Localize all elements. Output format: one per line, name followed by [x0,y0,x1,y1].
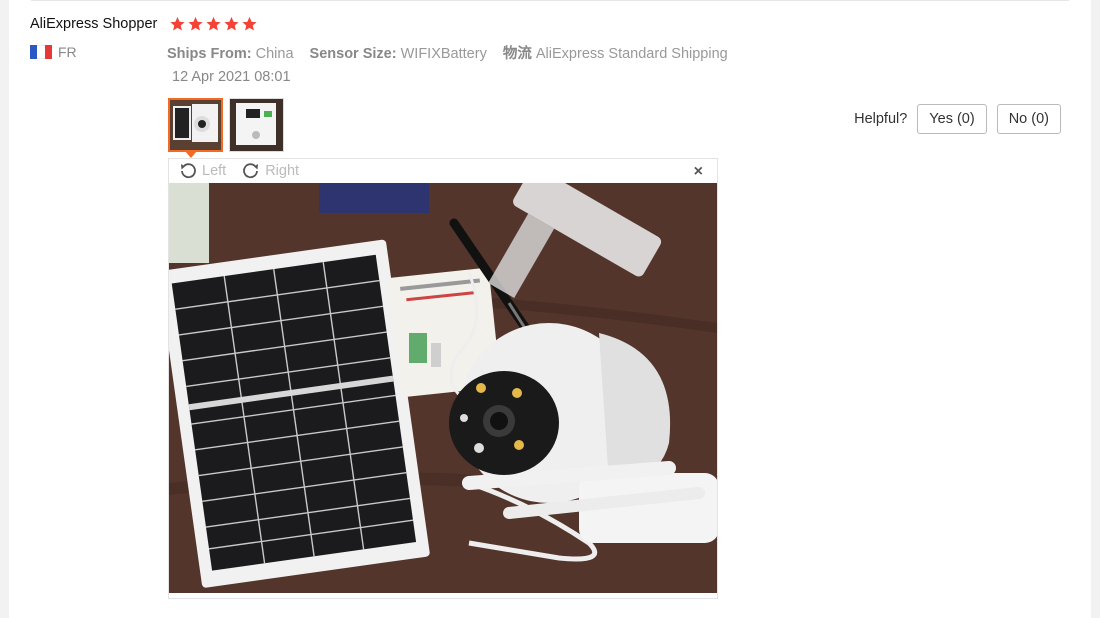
star-icon [170,16,185,31]
reviewer-name: AliExpress Shopper [30,16,158,32]
logistics-label: 物流 [502,46,532,62]
star-icon [224,16,239,31]
review-attributes: Ships From: China Sensor Size: WIFIXBatt… [167,42,740,63]
rotate-left-label: Left [202,163,227,179]
helpful-no-button[interactable]: No (0) [996,104,1061,134]
helpful-vote: Helpful? Yes (0) No (0) [854,104,1061,134]
rotate-right-button[interactable]: Right [242,162,299,180]
country-code: FR [58,44,77,60]
star-icon [242,16,257,31]
ships-from-value: China [255,46,294,62]
close-icon[interactable]: × [694,163,703,181]
photo-thumbnails [168,98,284,152]
rotate-right-label: Right [265,163,300,179]
photo-viewer-toolbar: Left Right × [169,159,717,183]
sensor-size-value: WIFIXBattery [400,46,487,62]
photo-thumbnail[interactable] [168,98,223,152]
photo-thumbnail[interactable] [229,98,284,152]
photo-viewer: Left Right × [168,158,718,599]
rating-stars [169,15,258,33]
reviewer-country: FR [30,44,77,60]
active-thumbnail-pointer [185,151,197,158]
rotate-right-icon [243,163,259,179]
star-icon [188,16,203,31]
helpful-yes-button[interactable]: Yes (0) [917,104,987,134]
divider [31,0,1069,1]
flag-france-icon [30,45,52,59]
logistics-value: AliExpress Standard Shipping [535,46,728,62]
review-card: AliExpress Shopper FR Ships From: China … [9,0,1091,618]
rotate-left-icon [181,163,196,179]
sensor-size-label: Sensor Size: [309,46,397,62]
rotate-left-button[interactable]: Left [179,162,226,180]
ships-from-label: Ships From: [167,46,252,62]
review-date: 12 Apr 2021 08:01 [172,69,291,85]
helpful-label: Helpful? [854,111,908,127]
review-photo [169,183,717,593]
star-icon [206,16,221,31]
